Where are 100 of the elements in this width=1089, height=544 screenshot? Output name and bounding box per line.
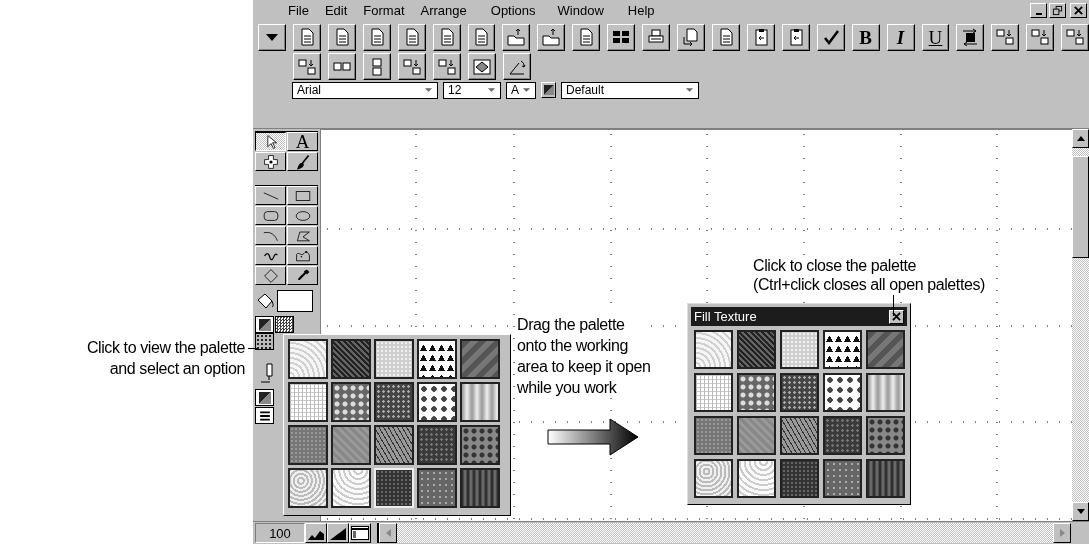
- toolbar-button[interactable]: [293, 53, 321, 81]
- toolbar-button[interactable]: [781, 23, 810, 51]
- scrollbar-thumb[interactable]: [1072, 156, 1089, 259]
- texture-swatch[interactable]: [460, 382, 500, 422]
- toolbar-button[interactable]: [956, 23, 985, 51]
- toolbar-button[interactable]: [502, 23, 531, 51]
- menu-item[interactable]: Options: [482, 2, 550, 18]
- texture-swatch[interactable]: [331, 382, 371, 422]
- toolbar-button[interactable]: [1061, 23, 1089, 51]
- texture-swatch[interactable]: [823, 416, 862, 455]
- texture-swatch[interactable]: [823, 373, 862, 412]
- texture-swatch[interactable]: [780, 459, 819, 498]
- menu-item[interactable]: Format: [355, 2, 413, 18]
- fill-gradient-button[interactable]: [541, 82, 556, 99]
- text-color-dropdown[interactable]: A: [506, 81, 536, 99]
- toolbar-button[interactable]: [503, 53, 531, 81]
- tool-button[interactable]: [255, 132, 286, 152]
- toolbar-button[interactable]: [1026, 23, 1055, 51]
- font-dropdown[interactable]: Arial: [292, 81, 438, 99]
- texture-swatch[interactable]: [737, 459, 776, 498]
- toolbar-button[interactable]: [362, 23, 391, 51]
- texture-button[interactable]: [255, 333, 274, 351]
- toolbar-button[interactable]: [432, 23, 461, 51]
- menu-item[interactable]: Window: [549, 2, 620, 18]
- zoom-field[interactable]: 100: [255, 523, 305, 544]
- toolbar-button[interactable]: [572, 23, 601, 51]
- scroll-left-button[interactable]: [379, 523, 397, 544]
- menu-item[interactable]: Arrange: [412, 2, 483, 18]
- texture-swatch[interactable]: [331, 339, 371, 379]
- tool-button[interactable]: A: [287, 132, 318, 152]
- texture-swatch[interactable]: [780, 416, 819, 455]
- scroll-right-button[interactable]: [1053, 523, 1071, 544]
- texture-swatch[interactable]: [694, 330, 733, 369]
- texture-swatch[interactable]: [780, 330, 819, 369]
- toolbar-button[interactable]: U: [921, 23, 950, 51]
- texture-swatch[interactable]: [417, 468, 457, 508]
- menu-item[interactable]: File: [280, 2, 317, 18]
- line-style-button[interactable]: [255, 407, 274, 425]
- texture-swatch[interactable]: [374, 339, 414, 379]
- texture-swatch[interactable]: [417, 339, 457, 379]
- texture-swatch[interactable]: [288, 468, 328, 508]
- toolbar-button[interactable]: [433, 53, 461, 81]
- texture-swatch[interactable]: [288, 382, 328, 422]
- toolbar-button[interactable]: [328, 53, 356, 81]
- texture-swatch[interactable]: [460, 468, 500, 508]
- texture-swatch[interactable]: [460, 425, 500, 465]
- fill-color-swatch[interactable]: [277, 290, 313, 313]
- texture-swatch[interactable]: [780, 373, 819, 412]
- texture-swatch[interactable]: [866, 373, 905, 412]
- toolbar-button[interactable]: [363, 53, 391, 81]
- texture-swatch[interactable]: [288, 339, 328, 379]
- style-dropdown[interactable]: Default: [561, 81, 699, 99]
- texture-swatch[interactable]: [866, 330, 905, 369]
- minimize-button[interactable]: [1030, 2, 1047, 18]
- restore-button[interactable]: [1049, 2, 1066, 18]
- texture-swatch[interactable]: [288, 425, 328, 465]
- texture-swatch[interactable]: [866, 459, 905, 498]
- texture-swatch[interactable]: [823, 459, 862, 498]
- texture-swatch[interactable]: [694, 373, 733, 412]
- toolbar-button[interactable]: [467, 23, 496, 51]
- close-button[interactable]: [1070, 2, 1087, 18]
- size-dropdown[interactable]: 12: [443, 81, 501, 99]
- texture-swatch[interactable]: [417, 425, 457, 465]
- view-button[interactable]: [349, 523, 371, 544]
- toolbar-button[interactable]: B: [851, 23, 880, 51]
- toolbar-button[interactable]: I: [886, 23, 915, 51]
- toolbar-button[interactable]: [327, 23, 356, 51]
- toolbar-button[interactable]: [537, 23, 566, 51]
- toolbar-button[interactable]: [468, 53, 496, 81]
- scroll-up-button[interactable]: [1072, 129, 1089, 149]
- texture-swatch[interactable]: [417, 382, 457, 422]
- texture-swatch[interactable]: [331, 468, 371, 508]
- texture-swatch[interactable]: [737, 373, 776, 412]
- toolbar-button[interactable]: [816, 23, 845, 51]
- toolbar-button[interactable]: [397, 23, 426, 51]
- texture-swatch[interactable]: [737, 416, 776, 455]
- gradient-button[interactable]: [255, 316, 274, 334]
- view-button[interactable]: [305, 523, 327, 544]
- texture-swatch[interactable]: [460, 339, 500, 379]
- toolbar-button[interactable]: [398, 53, 426, 81]
- line-color-button[interactable]: [255, 389, 274, 407]
- view-button[interactable]: [327, 523, 349, 544]
- texture-swatch[interactable]: [694, 416, 733, 455]
- texture-swatch[interactable]: [374, 425, 414, 465]
- close-button[interactable]: [889, 309, 904, 324]
- pattern-button[interactable]: [275, 316, 294, 334]
- toolbar-button[interactable]: [258, 23, 286, 51]
- texture-swatch[interactable]: [694, 459, 733, 498]
- toolbar-button[interactable]: [677, 23, 705, 51]
- toolbar-button[interactable]: [292, 23, 321, 51]
- menu-item[interactable]: Edit: [316, 2, 356, 18]
- texture-swatch[interactable]: [331, 425, 371, 465]
- texture-swatch[interactable]: [823, 330, 862, 369]
- toolbar-button[interactable]: [746, 23, 775, 51]
- menu-item[interactable]: Help: [619, 2, 663, 18]
- toolbar-button[interactable]: [607, 23, 636, 51]
- toolbar-button[interactable]: [991, 23, 1020, 51]
- texture-swatch[interactable]: [374, 382, 414, 422]
- toolbar-button[interactable]: [712, 23, 740, 51]
- scroll-down-button[interactable]: [1072, 502, 1089, 522]
